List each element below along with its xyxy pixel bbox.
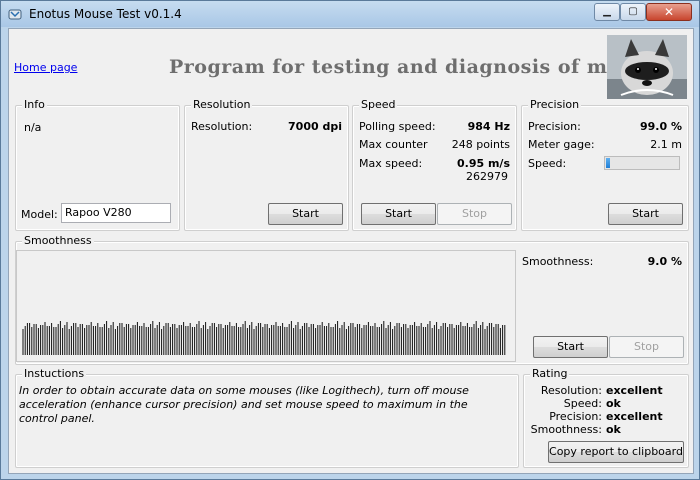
max-speed-counter: 262979 (466, 170, 508, 183)
rating-group-title: Rating (530, 367, 570, 380)
smoothness-stop-button[interactable]: Stop (609, 336, 684, 358)
precision-label: Precision: (528, 120, 581, 133)
meter-gage-label: Meter gage: (528, 138, 595, 151)
smoothness-value: 9.0 % (647, 255, 682, 268)
model-field[interactable]: Rapoo V280 (61, 203, 171, 223)
minimize-button[interactable]: ▁ (594, 3, 620, 21)
copy-report-button[interactable]: Copy report to clipboard (548, 441, 684, 463)
smoothness-start-button[interactable]: Start (533, 336, 608, 358)
smoothness-group: Smoothness Smoothness: 9.0 % Start Stop (15, 234, 689, 365)
instructions-text: In order to obtain accurate data on some… (19, 384, 469, 425)
instructions-group-title: Instuctions (22, 367, 87, 380)
info-group: Info n/a Model: Rapoo V280 (15, 98, 180, 231)
polling-speed-label: Polling speed: (359, 120, 436, 133)
rating-smoothness-value: ok (606, 423, 621, 436)
rating-resolution-label: Resolution: (540, 384, 602, 397)
model-label: Model: (21, 208, 58, 221)
smoothness-group-title: Smoothness (22, 234, 94, 247)
precision-speed-label: Speed: (528, 157, 567, 170)
close-button[interactable]: ✕ (646, 3, 692, 21)
max-speed-value: 0.95 m/s (457, 157, 510, 170)
maximize-button[interactable]: ▢ (620, 3, 646, 21)
resolution-group-title: Resolution (191, 98, 253, 111)
rating-speed-label: Speed: (563, 397, 602, 410)
precision-group-title: Precision (528, 98, 582, 111)
precision-speed-bar (604, 156, 680, 170)
rating-speed-value: ok (606, 397, 621, 410)
info-text: n/a (24, 121, 42, 134)
smoothness-label: Smoothness: (522, 255, 594, 268)
speed-start-button[interactable]: Start (361, 203, 436, 225)
resolution-value: 7000 dpi (288, 120, 342, 133)
max-speed-label: Max speed: (359, 157, 423, 170)
home-page-link[interactable]: Home page (14, 61, 77, 74)
speed-group-title: Speed (359, 98, 398, 111)
rating-group: Rating Resolution: excellent Speed: ok P… (523, 367, 689, 468)
rating-precision-value: excellent (606, 410, 663, 423)
title-bar[interactable]: Enotus Mouse Test v0.1.4 ▁ ▢ ✕ (1, 1, 699, 27)
precision-speed-fill (606, 158, 611, 168)
smoothness-graph (16, 250, 516, 362)
speed-stop-button[interactable]: Stop (437, 203, 512, 225)
precision-group: Precision Precision: 99.0 % Meter gage: … (521, 98, 689, 231)
app-window: Enotus Mouse Test v0.1.4 ▁ ▢ ✕ Home page… (0, 0, 700, 480)
instructions-group: Instuctions In order to obtain accurate … (15, 367, 519, 468)
rating-smoothness-label: Smoothness: (530, 423, 602, 436)
resolution-start-button[interactable]: Start (268, 203, 343, 225)
max-counter-label: Max counter (359, 138, 428, 151)
rating-resolution-value: excellent (606, 384, 663, 397)
polling-speed-value: 984 Hz (467, 120, 510, 133)
rating-precision-label: Precision: (549, 410, 602, 423)
speed-group: Speed Polling speed: 984 Hz Max counter … (352, 98, 517, 231)
max-counter-value: 248 points (451, 138, 510, 151)
resolution-group: Resolution Resolution: 7000 dpi Start (184, 98, 349, 231)
info-group-title: Info (22, 98, 47, 111)
mouse-app-icon (8, 9, 22, 20)
raccoon-photo (607, 35, 687, 99)
resolution-label: Resolution: (191, 120, 253, 133)
meter-gage-value: 2.1 m (650, 138, 682, 151)
precision-value: 99.0 % (640, 120, 682, 133)
precision-start-button[interactable]: Start (608, 203, 683, 225)
program-banner: Program for testing and diagnosis of mic… (169, 56, 640, 78)
window-title: Enotus Mouse Test v0.1.4 (29, 7, 182, 21)
